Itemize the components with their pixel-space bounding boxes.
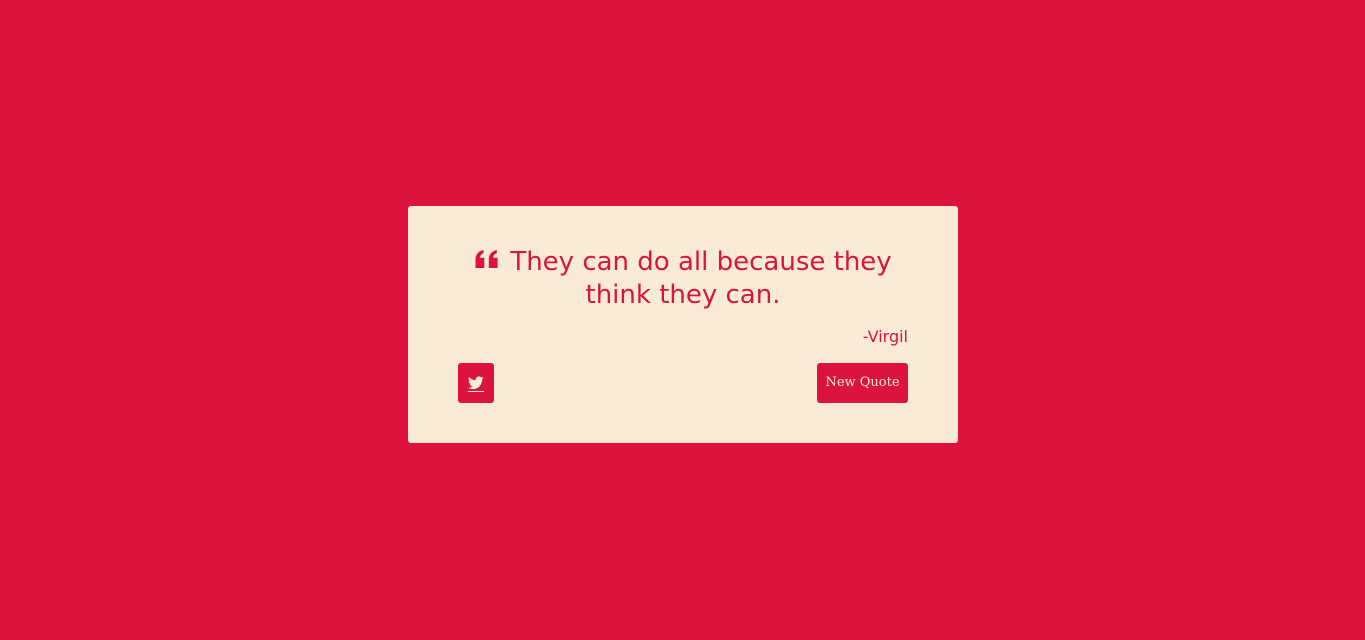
- twitter-icon: [468, 376, 484, 390]
- tweet-link-underline: [468, 391, 484, 392]
- new-quote-button[interactable]: New Quote: [817, 363, 908, 403]
- quote-card: They can do all because they think they …: [408, 206, 958, 443]
- quote-author: -Virgil: [862, 327, 908, 346]
- tweet-button[interactable]: [458, 363, 494, 403]
- quote-left-icon: [474, 249, 500, 269]
- quote-block: They can do all because they think they …: [458, 246, 908, 312]
- quote-text: They can do all because they think they …: [510, 247, 892, 310]
